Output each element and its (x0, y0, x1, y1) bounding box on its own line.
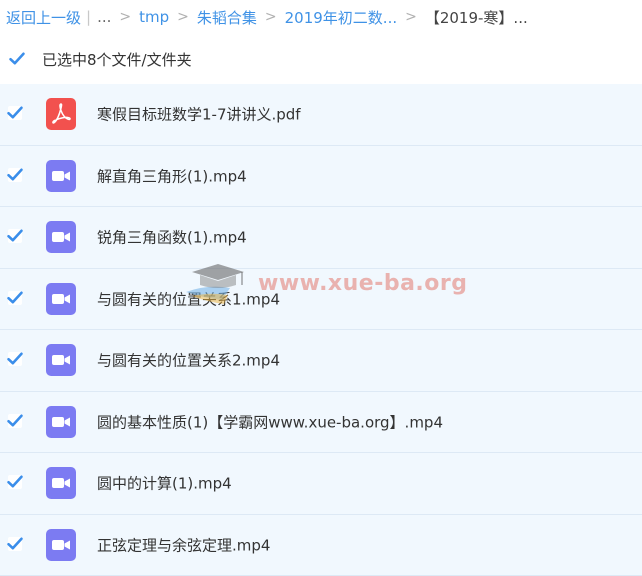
checkbox-checked-icon (7, 168, 23, 182)
file-name[interactable]: 正弦定理与余弦定理.mp4 (97, 534, 270, 555)
file-row[interactable]: 寒假目标班数学1-7讲讲义.pdf (0, 84, 642, 146)
file-name[interactable]: 解直角三角形(1).mp4 (97, 165, 247, 186)
checkbox-checked-icon (7, 352, 23, 366)
file-name[interactable]: 圆的基本性质(1)【学霸网www.xue-ba.org】.mp4 (97, 411, 443, 432)
breadcrumb: 返回上一级 | ... > tmp > 朱韬合集 > 2019年初二数... >… (6, 0, 642, 34)
file-row[interactable]: 解直角三角形(1).mp4 (0, 146, 642, 208)
breadcrumb-separator: > (177, 9, 189, 25)
file-name[interactable]: 锐角三角函数(1).mp4 (97, 227, 247, 248)
breadcrumb-item-tmp[interactable]: tmp (139, 8, 169, 26)
video-file-icon (45, 160, 77, 192)
file-checkbox[interactable] (8, 414, 22, 428)
video-file-icon (45, 529, 77, 561)
video-file-icon (45, 283, 77, 315)
file-checkbox[interactable] (8, 352, 22, 366)
file-checkbox[interactable] (8, 475, 22, 489)
file-name[interactable]: 与圆有关的位置关系1.mp4 (97, 288, 280, 309)
back-link[interactable]: 返回上一级 (6, 7, 81, 28)
file-row[interactable]: 与圆有关的位置关系2.mp4 (0, 330, 642, 392)
file-checkbox[interactable] (8, 106, 22, 120)
file-name[interactable]: 与圆有关的位置关系2.mp4 (97, 350, 280, 371)
checkbox-checked-icon (7, 229, 23, 243)
file-checkbox[interactable] (8, 291, 22, 305)
file-row[interactable]: 锐角三角函数(1).mp4 (0, 207, 642, 269)
checkbox-checked-icon (7, 291, 23, 305)
breadcrumb-separator: > (265, 9, 277, 25)
video-file-icon (45, 406, 77, 438)
video-file-icon (45, 221, 77, 253)
video-file-icon (45, 344, 77, 376)
checkbox-checked-icon (7, 414, 23, 428)
checkbox-checked-icon (9, 52, 25, 66)
file-row[interactable]: 与圆有关的位置关系1.mp4 (0, 269, 642, 331)
file-name[interactable]: 圆中的计算(1).mp4 (97, 473, 232, 494)
breadcrumb-current-folder: 【2019-寒】... (425, 7, 528, 28)
file-checkbox[interactable] (8, 537, 22, 551)
video-file-icon (45, 467, 77, 499)
pdf-file-icon (45, 98, 77, 130)
select-all-checkbox[interactable] (10, 52, 24, 66)
file-row[interactable]: 正弦定理与余弦定理.mp4 (0, 515, 642, 576)
breadcrumb-separator: > (405, 9, 417, 25)
file-checkbox[interactable] (8, 168, 22, 182)
checkbox-checked-icon (7, 106, 23, 120)
file-checkbox[interactable] (8, 229, 22, 243)
file-row[interactable]: 圆的基本性质(1)【学霸网www.xue-ba.org】.mp4 (0, 392, 642, 454)
breadcrumb-separator: > (119, 9, 131, 25)
file-name[interactable]: 寒假目标班数学1-7讲讲义.pdf (97, 104, 301, 125)
breadcrumb-divider: | (86, 8, 91, 26)
selection-count-label: 已选中8个文件/文件夹 (42, 49, 192, 70)
selection-bar: 已选中8个文件/文件夹 (0, 40, 642, 78)
breadcrumb-item-course[interactable]: 2019年初二数... (285, 7, 397, 28)
breadcrumb-ellipsis[interactable]: ... (97, 8, 111, 26)
checkbox-checked-icon (7, 537, 23, 551)
breadcrumb-item-collection[interactable]: 朱韬合集 (197, 7, 257, 28)
file-row[interactable]: 圆中的计算(1).mp4 (0, 453, 642, 515)
checkbox-checked-icon (7, 475, 23, 489)
file-list: 寒假目标班数学1-7讲讲义.pdf 解直角三角形(1).mp4 锐角三角函数(1… (0, 84, 642, 576)
